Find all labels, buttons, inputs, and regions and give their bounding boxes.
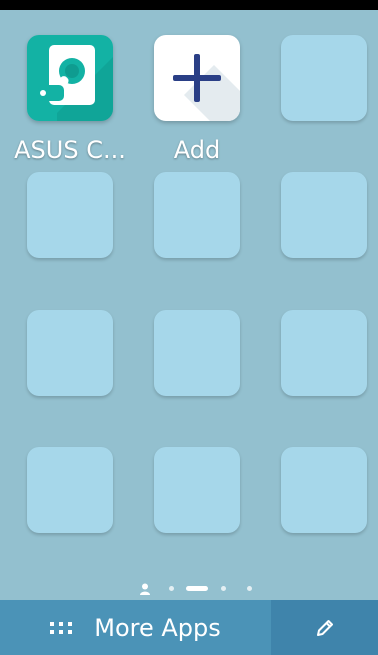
empty-slot[interactable] xyxy=(27,310,113,396)
edit-button[interactable] xyxy=(271,600,378,655)
empty-slot[interactable] xyxy=(281,310,367,396)
page-dot[interactable] xyxy=(221,586,226,591)
app-label-asus: ASUS C... xyxy=(14,136,126,164)
more-apps-button[interactable]: More Apps xyxy=(0,600,271,655)
empty-slot[interactable] xyxy=(27,172,113,258)
page-dot[interactable] xyxy=(169,586,174,591)
app-label-add: Add xyxy=(173,136,221,164)
page-dot[interactable] xyxy=(247,586,252,591)
home-page-icon[interactable] xyxy=(139,583,151,595)
plus-icon xyxy=(154,35,240,121)
app-grid-icon xyxy=(50,621,73,634)
empty-slot[interactable] xyxy=(27,447,113,533)
empty-slot[interactable] xyxy=(154,447,240,533)
empty-slot[interactable] xyxy=(281,172,367,258)
asus-app-icon-graphic xyxy=(27,35,113,121)
add-app-icon[interactable] xyxy=(154,35,240,121)
page-dot-active[interactable] xyxy=(186,586,208,591)
bottom-bar: More Apps xyxy=(0,600,378,655)
pencil-icon xyxy=(316,619,333,636)
empty-slot[interactable] xyxy=(281,35,367,121)
asus-app-icon[interactable] xyxy=(27,35,113,121)
page-indicator xyxy=(0,580,378,598)
empty-slot[interactable] xyxy=(154,310,240,396)
more-apps-label: More Apps xyxy=(94,613,221,642)
empty-slot[interactable] xyxy=(154,172,240,258)
empty-slot[interactable] xyxy=(281,447,367,533)
status-bar xyxy=(0,0,378,10)
